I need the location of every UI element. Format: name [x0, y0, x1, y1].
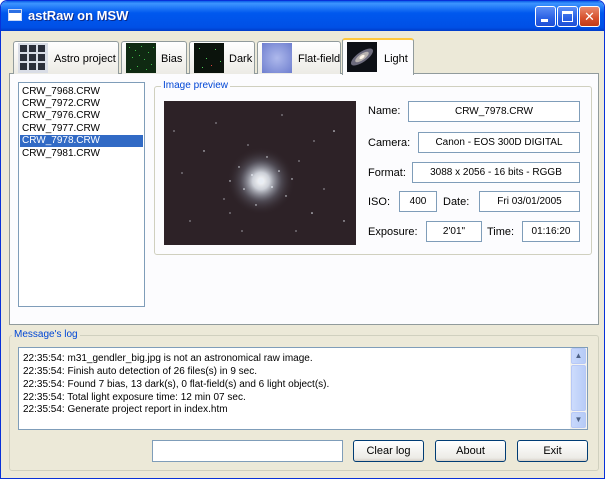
group-title: Message's log	[12, 329, 80, 341]
camera-field: Canon - EOS 300D DIGITAL	[418, 132, 580, 153]
list-item[interactable]: CRW_7981.CRW	[22, 148, 100, 160]
astro-project-grid-icon	[18, 43, 48, 73]
minimize-button[interactable]	[535, 6, 556, 27]
exit-button[interactable]: Exit	[517, 440, 588, 462]
list-item[interactable]: CRW_7968.CRW	[22, 86, 100, 98]
log-line: 22:35:54: Generate project report in ind…	[23, 404, 228, 415]
flat-field-icon	[262, 43, 292, 73]
light-galaxy-icon	[347, 42, 377, 72]
tab-dark[interactable]: Dark	[189, 41, 255, 74]
app-window-icon	[8, 9, 22, 21]
format-label: Format:	[368, 167, 406, 179]
command-input[interactable]	[152, 440, 343, 462]
star-cluster-image	[164, 101, 356, 245]
name-field: CRW_7978.CRW	[408, 101, 580, 122]
iso-field: 400	[399, 191, 437, 212]
maximize-button[interactable]	[557, 6, 578, 27]
list-item[interactable]: CRW_7976.CRW	[22, 110, 100, 122]
list-item[interactable]: CRW_7977.CRW	[22, 123, 100, 135]
tab-label: Astro project	[54, 53, 116, 65]
tab-label: Dark	[229, 53, 253, 65]
clear-log-button[interactable]: Clear log	[353, 440, 424, 462]
about-button[interactable]: About	[435, 440, 506, 462]
iso-label: ISO:	[368, 196, 391, 208]
title-bar[interactable]: astRaw on MSW ✕	[1, 1, 604, 31]
log-scrollbar[interactable]: ▲ ▼	[570, 348, 587, 429]
image-preview	[164, 101, 356, 245]
tab-light[interactable]: Light	[342, 38, 414, 75]
exposure-field: 2'01"	[426, 221, 482, 242]
log-line: 22:35:54: Found 7 bias, 13 dark(s), 0 fl…	[23, 379, 330, 390]
scroll-thumb[interactable]	[571, 365, 586, 411]
close-icon: ✕	[584, 9, 595, 24]
minimize-icon	[541, 19, 548, 22]
exposure-label: Exposure:	[368, 226, 418, 238]
log-line: 22:35:54: m31_gendler_big.jpg is not an …	[23, 353, 313, 364]
file-list[interactable]: CRW_7968.CRW CRW_7972.CRW CRW_7976.CRW C…	[18, 82, 145, 307]
tab-label: Flat-field	[298, 53, 341, 65]
camera-label: Camera:	[368, 137, 411, 149]
tab-bias[interactable]: Bias	[121, 41, 187, 74]
tab-astro-project[interactable]: Astro project	[13, 41, 119, 74]
scroll-down-button[interactable]: ▼	[571, 412, 586, 428]
bias-frame-icon	[126, 43, 156, 73]
tab-label: Bias	[161, 53, 183, 65]
dark-frame-icon	[194, 43, 224, 73]
tab-flat-field[interactable]: Flat-field	[257, 41, 341, 74]
list-item-selected[interactable]: CRW_7978.CRW	[20, 135, 143, 147]
tab-label: Light	[384, 53, 408, 65]
time-label: Time:	[487, 226, 515, 238]
message-log[interactable]: 22:35:54: m31_gendler_big.jpg is not an …	[18, 347, 588, 430]
list-item[interactable]: CRW_7972.CRW	[22, 98, 100, 110]
maximize-icon	[562, 11, 573, 22]
name-label: Name:	[368, 105, 401, 117]
date-label: Date:	[443, 196, 470, 208]
group-title: Image preview	[161, 80, 231, 92]
time-field: 01:16:20	[522, 221, 580, 242]
window-title: astRaw on MSW	[28, 8, 129, 23]
format-field: 3088 x 2056 - 16 bits - RGGB	[412, 162, 580, 183]
log-line: 22:35:54: Finish auto detection of 26 fi…	[23, 366, 258, 377]
date-field: Fri 03/01/2005	[479, 191, 580, 212]
scroll-up-button[interactable]: ▲	[571, 348, 586, 364]
close-button[interactable]: ✕	[579, 6, 600, 27]
main-window: astRaw on MSW ✕ Astro project Bias Dark …	[0, 0, 605, 479]
